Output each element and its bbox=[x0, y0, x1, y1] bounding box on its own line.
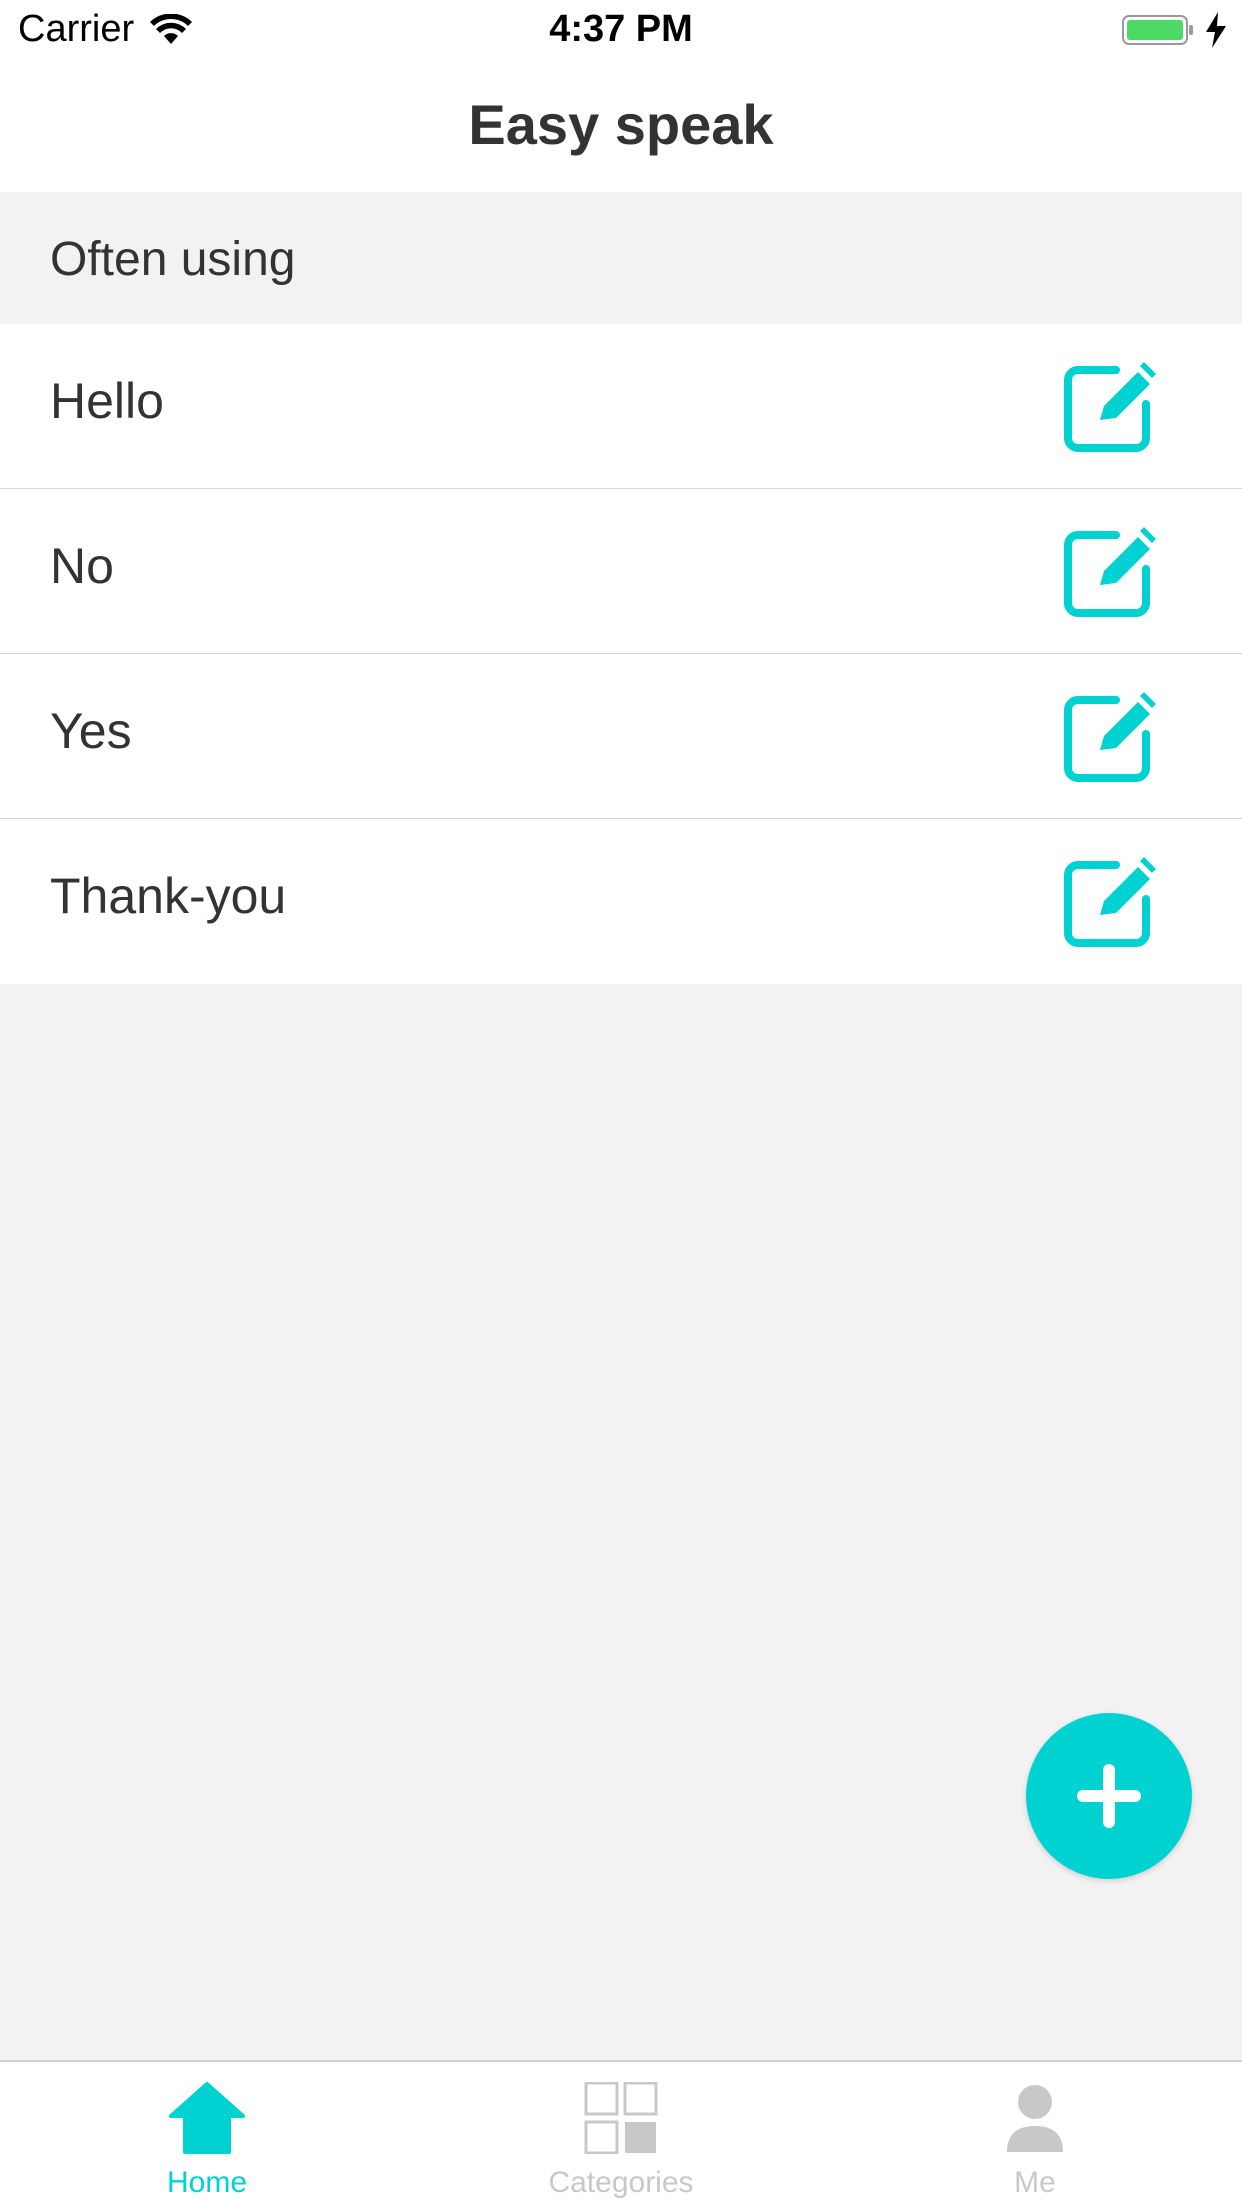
charging-bolt-icon bbox=[1206, 12, 1226, 48]
tab-home[interactable]: Home bbox=[0, 2062, 414, 2208]
navigation-bar: Easy speak bbox=[0, 62, 1242, 192]
person-icon bbox=[1007, 2085, 1063, 2152]
section-header-label: Often using bbox=[50, 233, 296, 286]
phrase-label: No bbox=[50, 538, 114, 594]
tab-categories-label: Categories bbox=[548, 2166, 694, 2199]
phrase-row[interactable]: No bbox=[0, 489, 1242, 654]
phrase-label: Thank-you bbox=[50, 868, 287, 924]
edit-icon[interactable] bbox=[1060, 853, 1156, 949]
status-time: 4:37 PM bbox=[549, 8, 693, 50]
phrase-label: Hello bbox=[50, 373, 164, 429]
tab-bar: Home Categories Me bbox=[0, 2060, 1242, 2208]
tab-me-label: Me bbox=[1014, 2166, 1056, 2199]
grid-icon bbox=[584, 2082, 658, 2154]
edit-icon[interactable] bbox=[1060, 688, 1156, 784]
plus-icon bbox=[1077, 1764, 1141, 1828]
tab-home-label: Home bbox=[166, 2166, 248, 2199]
status-bar: Carrier 4:37 PM bbox=[0, 0, 1242, 62]
edit-icon[interactable] bbox=[1060, 523, 1156, 619]
home-icon bbox=[169, 2082, 245, 2154]
section-header: Often using bbox=[0, 192, 1242, 324]
phrase-row[interactable]: Thank-you bbox=[0, 819, 1242, 984]
phrase-row[interactable]: Yes bbox=[0, 654, 1242, 819]
battery-icon bbox=[1122, 15, 1193, 45]
tab-categories[interactable]: Categories bbox=[414, 2062, 828, 2208]
edit-icon[interactable] bbox=[1060, 358, 1156, 454]
phrase-row[interactable]: Hello bbox=[0, 324, 1242, 489]
page-title: Easy speak bbox=[468, 93, 774, 156]
phrase-label: Yes bbox=[50, 703, 132, 759]
phrase-list: Hello No Yes Thank-you bbox=[0, 324, 1242, 984]
add-phrase-button[interactable] bbox=[1026, 1713, 1192, 1879]
tab-me[interactable]: Me bbox=[828, 2062, 1242, 2208]
